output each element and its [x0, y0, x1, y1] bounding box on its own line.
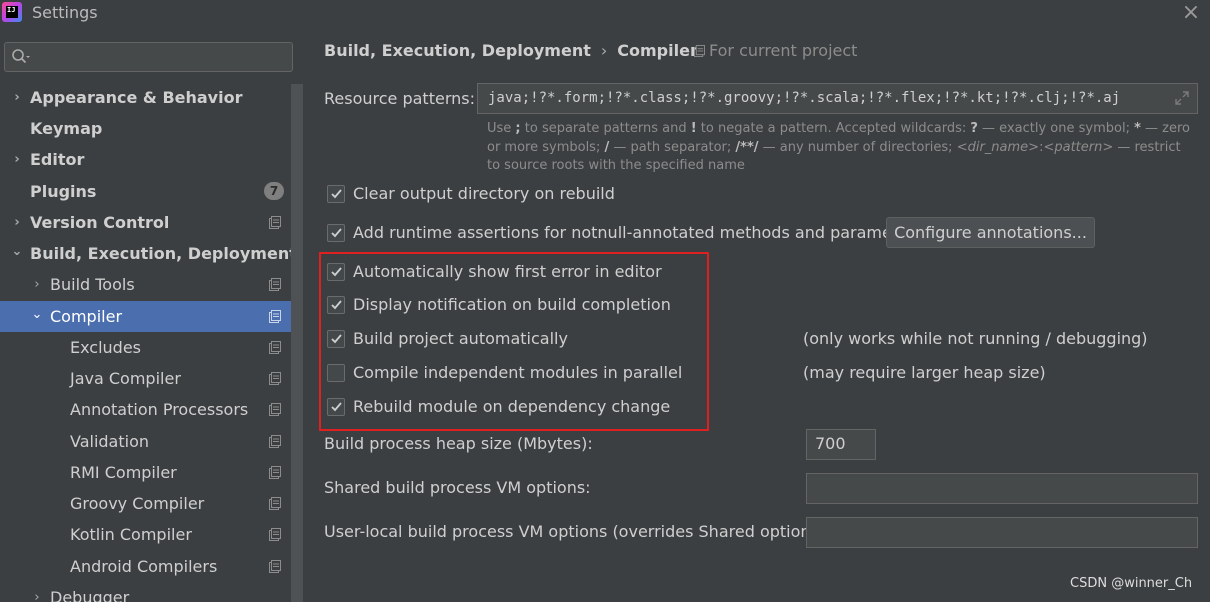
runtime-assertions-checkbox[interactable]: [327, 224, 345, 242]
user-local-vm-options-input[interactable]: [806, 517, 1198, 548]
checkbox-label: Clear output directory on rebuild: [353, 184, 615, 203]
sidebar-item-label: Appearance & Behavior: [30, 88, 243, 107]
sidebar-item-java-compiler[interactable]: Java Compiler: [0, 363, 303, 394]
shared-vm-options-label: Shared build process VM options:: [324, 478, 591, 497]
clear-output-checkbox[interactable]: [327, 185, 345, 203]
for-current-project-label: For current project: [709, 41, 858, 60]
highlight-annotation-box: [319, 252, 709, 431]
plugins-update-badge: 7: [264, 182, 284, 200]
sidebar-item-label: Editor: [30, 150, 85, 169]
project-scope-icon: [269, 310, 281, 323]
sidebar-item-annotation-processors[interactable]: Annotation Processors: [0, 394, 303, 425]
window-title: Settings: [32, 3, 98, 22]
intellij-app-icon: IJ: [2, 2, 22, 22]
sidebar-item-debugger[interactable]: › Debugger: [0, 582, 303, 602]
search-icon[interactable]: [11, 48, 31, 66]
chevron-right-icon[interactable]: ›: [10, 144, 24, 175]
app-icon-text: IJ: [6, 6, 18, 18]
sidebar-item-plugins[interactable]: Plugins 7: [0, 176, 303, 207]
close-icon[interactable]: ×: [1180, 2, 1202, 24]
sidebar-item-excludes[interactable]: Excludes: [0, 332, 303, 363]
sidebar-item-label: Excludes: [70, 338, 142, 357]
user-local-vm-options-label: User-local build process VM options (ove…: [324, 522, 831, 541]
chevron-right-icon[interactable]: ›: [30, 269, 44, 300]
sidebar-item-label: Java Compiler: [70, 369, 181, 388]
sidebar-item-label: Android Compilers: [70, 557, 218, 576]
sidebar-item-groovy-compiler[interactable]: Groovy Compiler: [0, 488, 303, 519]
chevron-down-icon[interactable]: ⌄: [30, 299, 44, 330]
sidebar-item-android-compilers[interactable]: Android Compilers: [0, 551, 303, 582]
parallel-compile-hint: (may require larger heap size): [803, 363, 1046, 382]
sidebar-item-label: Validation: [70, 432, 150, 451]
project-scope-icon: [269, 403, 281, 416]
checkmark-icon: [331, 228, 342, 238]
build-automatically-hint: (only works while not running / debuggin…: [803, 329, 1148, 348]
breadcrumb-item: Compiler: [617, 41, 698, 60]
project-scope-icon: [269, 497, 281, 510]
sidebar-item-label: Build, Execution, Deployment: [30, 244, 297, 263]
compiler-settings-panel: Build, Execution, Deployment › Compiler Fo…: [303, 28, 1210, 602]
expand-icon[interactable]: [1175, 91, 1189, 105]
search-input[interactable]: [4, 42, 293, 72]
breadcrumb-separator: ›: [600, 41, 608, 60]
project-scope-icon: [269, 372, 281, 385]
sidebar-scrollbar[interactable]: [291, 84, 303, 602]
sidebar-item-compiler[interactable]: ⌄ Compiler: [0, 301, 303, 332]
sidebar-item-label: Groovy Compiler: [70, 494, 205, 513]
chevron-right-icon[interactable]: ›: [10, 207, 24, 238]
sidebar-item-version-control[interactable]: › Version Control: [0, 207, 303, 238]
sidebar-item-kotlin-compiler[interactable]: Kotlin Compiler: [0, 519, 303, 550]
sidebar-item-label: Compiler: [50, 307, 123, 326]
resource-patterns-value: java;!?*.form;!?*.class;!?*.groovy;!?*.s…: [488, 90, 1121, 106]
sidebar-item-rmi-compiler[interactable]: RMI Compiler: [0, 457, 303, 488]
shared-vm-options-input[interactable]: [806, 473, 1198, 504]
sidebar-item-label: Version Control: [30, 213, 170, 232]
sidebar-item-build-execution-deployment[interactable]: ⌄ Build, Execution, Deployment: [0, 238, 303, 269]
sidebar-item-label: RMI Compiler: [70, 463, 177, 482]
sidebar-item-build-tools[interactable]: › Build Tools: [0, 269, 303, 300]
chevron-right-icon[interactable]: ›: [30, 582, 44, 602]
sidebar-item-label: Kotlin Compiler: [70, 525, 192, 544]
project-scope-icon: [694, 45, 705, 57]
project-scope-icon: [269, 466, 281, 479]
project-scope-icon: [269, 341, 281, 354]
heap-size-input[interactable]: 700: [806, 429, 876, 460]
checkmark-icon: [331, 189, 342, 199]
watermark: CSDN @winner_Ch: [1070, 576, 1193, 591]
breadcrumb-item[interactable]: Build, Execution, Deployment: [324, 41, 591, 60]
heap-size-label: Build process heap size (Mbytes):: [324, 434, 593, 453]
sidebar-item-appearance-behavior[interactable]: › Appearance & Behavior: [0, 82, 303, 113]
sidebar-item-label: Build Tools: [50, 275, 135, 294]
project-scope-icon: [269, 528, 281, 541]
chevron-right-icon[interactable]: ›: [10, 82, 24, 113]
resource-patterns-input[interactable]: java;!?*.form;!?*.class;!?*.groovy;!?*.s…: [477, 83, 1198, 114]
sidebar-item-label: Annotation Processors: [70, 400, 249, 419]
resource-patterns-label: Resource patterns:: [324, 89, 475, 108]
configure-annotations-button[interactable]: Configure annotations...: [886, 217, 1095, 248]
sidebar-item-label: Debugger: [50, 588, 130, 602]
resource-patterns-help-text: Use ; to separate patterns and ! to nega…: [487, 121, 1191, 173]
settings-sidebar: › Appearance & Behavior Keymap › Editor …: [0, 28, 303, 602]
for-current-project: For current project: [694, 41, 857, 60]
sidebar-item-editor[interactable]: › Editor: [0, 144, 303, 175]
sidebar-item-label: Keymap: [30, 119, 103, 138]
project-scope-icon: [269, 278, 281, 291]
project-scope-icon: [269, 560, 281, 573]
chevron-down-icon[interactable]: ⌄: [10, 236, 24, 267]
sidebar-item-validation[interactable]: Validation: [0, 426, 303, 457]
project-scope-icon: [269, 216, 281, 229]
project-scope-icon: [269, 435, 281, 448]
breadcrumb: Build, Execution, Deployment › Compiler: [324, 41, 698, 60]
sidebar-item-label: Plugins: [30, 182, 97, 201]
checkbox-label: Add runtime assertions for notnull-annot…: [353, 223, 923, 242]
title-bar: IJ Settings ×: [0, 0, 1210, 28]
sidebar-item-keymap[interactable]: Keymap: [0, 113, 303, 144]
